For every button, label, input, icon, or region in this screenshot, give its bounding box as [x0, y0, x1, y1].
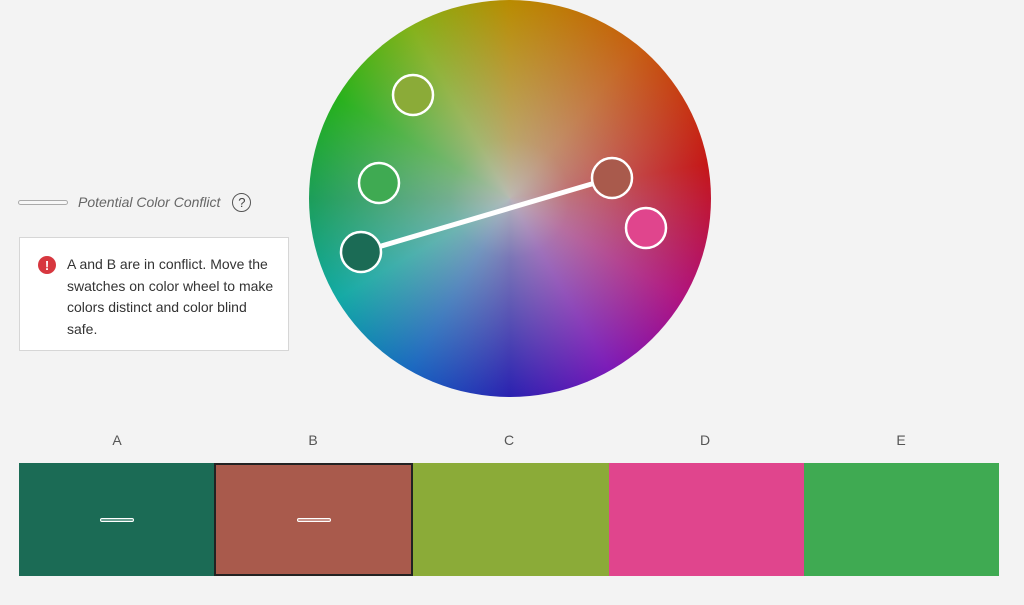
swatch-label-e: E: [896, 432, 906, 448]
swatch-e[interactable]: [803, 463, 1000, 576]
color-wheel-overlay: [339, 73, 668, 274]
swatch-a[interactable]: [19, 463, 215, 576]
legend-label: Potential Color Conflict: [78, 194, 221, 210]
swatch-strip: [19, 463, 1000, 576]
wheel-handle-d[interactable]: [624, 206, 668, 250]
conflict-indicator: [99, 517, 134, 522]
swatch-b[interactable]: [214, 463, 414, 576]
conflict-indicator: [296, 517, 331, 522]
error-icon: !: [38, 256, 56, 274]
swatch-label-d: D: [699, 432, 711, 448]
swatch-d[interactable]: [608, 463, 804, 576]
swatch-c[interactable]: [413, 463, 609, 576]
wheel-handle-a[interactable]: [339, 230, 383, 274]
conflict-legend: Potential Color Conflict ?: [18, 190, 252, 214]
swatch-labels: A B C D E: [19, 432, 999, 448]
conflict-alert: ! A and B are in conflict. Move the swat…: [19, 237, 289, 351]
wheel-handle-e[interactable]: [357, 161, 401, 205]
swatch-label-b: B: [308, 432, 318, 448]
color-wheel[interactable]: [309, 0, 711, 397]
swatch-label-c: C: [503, 432, 515, 448]
help-icon[interactable]: ?: [232, 192, 252, 212]
conflict-line-sample: [18, 199, 68, 205]
wheel-handle-c[interactable]: [391, 73, 435, 117]
alert-message: A and B are in conflict. Move the swatch…: [67, 256, 274, 337]
swatch-label-a: A: [112, 432, 122, 448]
wheel-handle-b[interactable]: [590, 156, 634, 200]
